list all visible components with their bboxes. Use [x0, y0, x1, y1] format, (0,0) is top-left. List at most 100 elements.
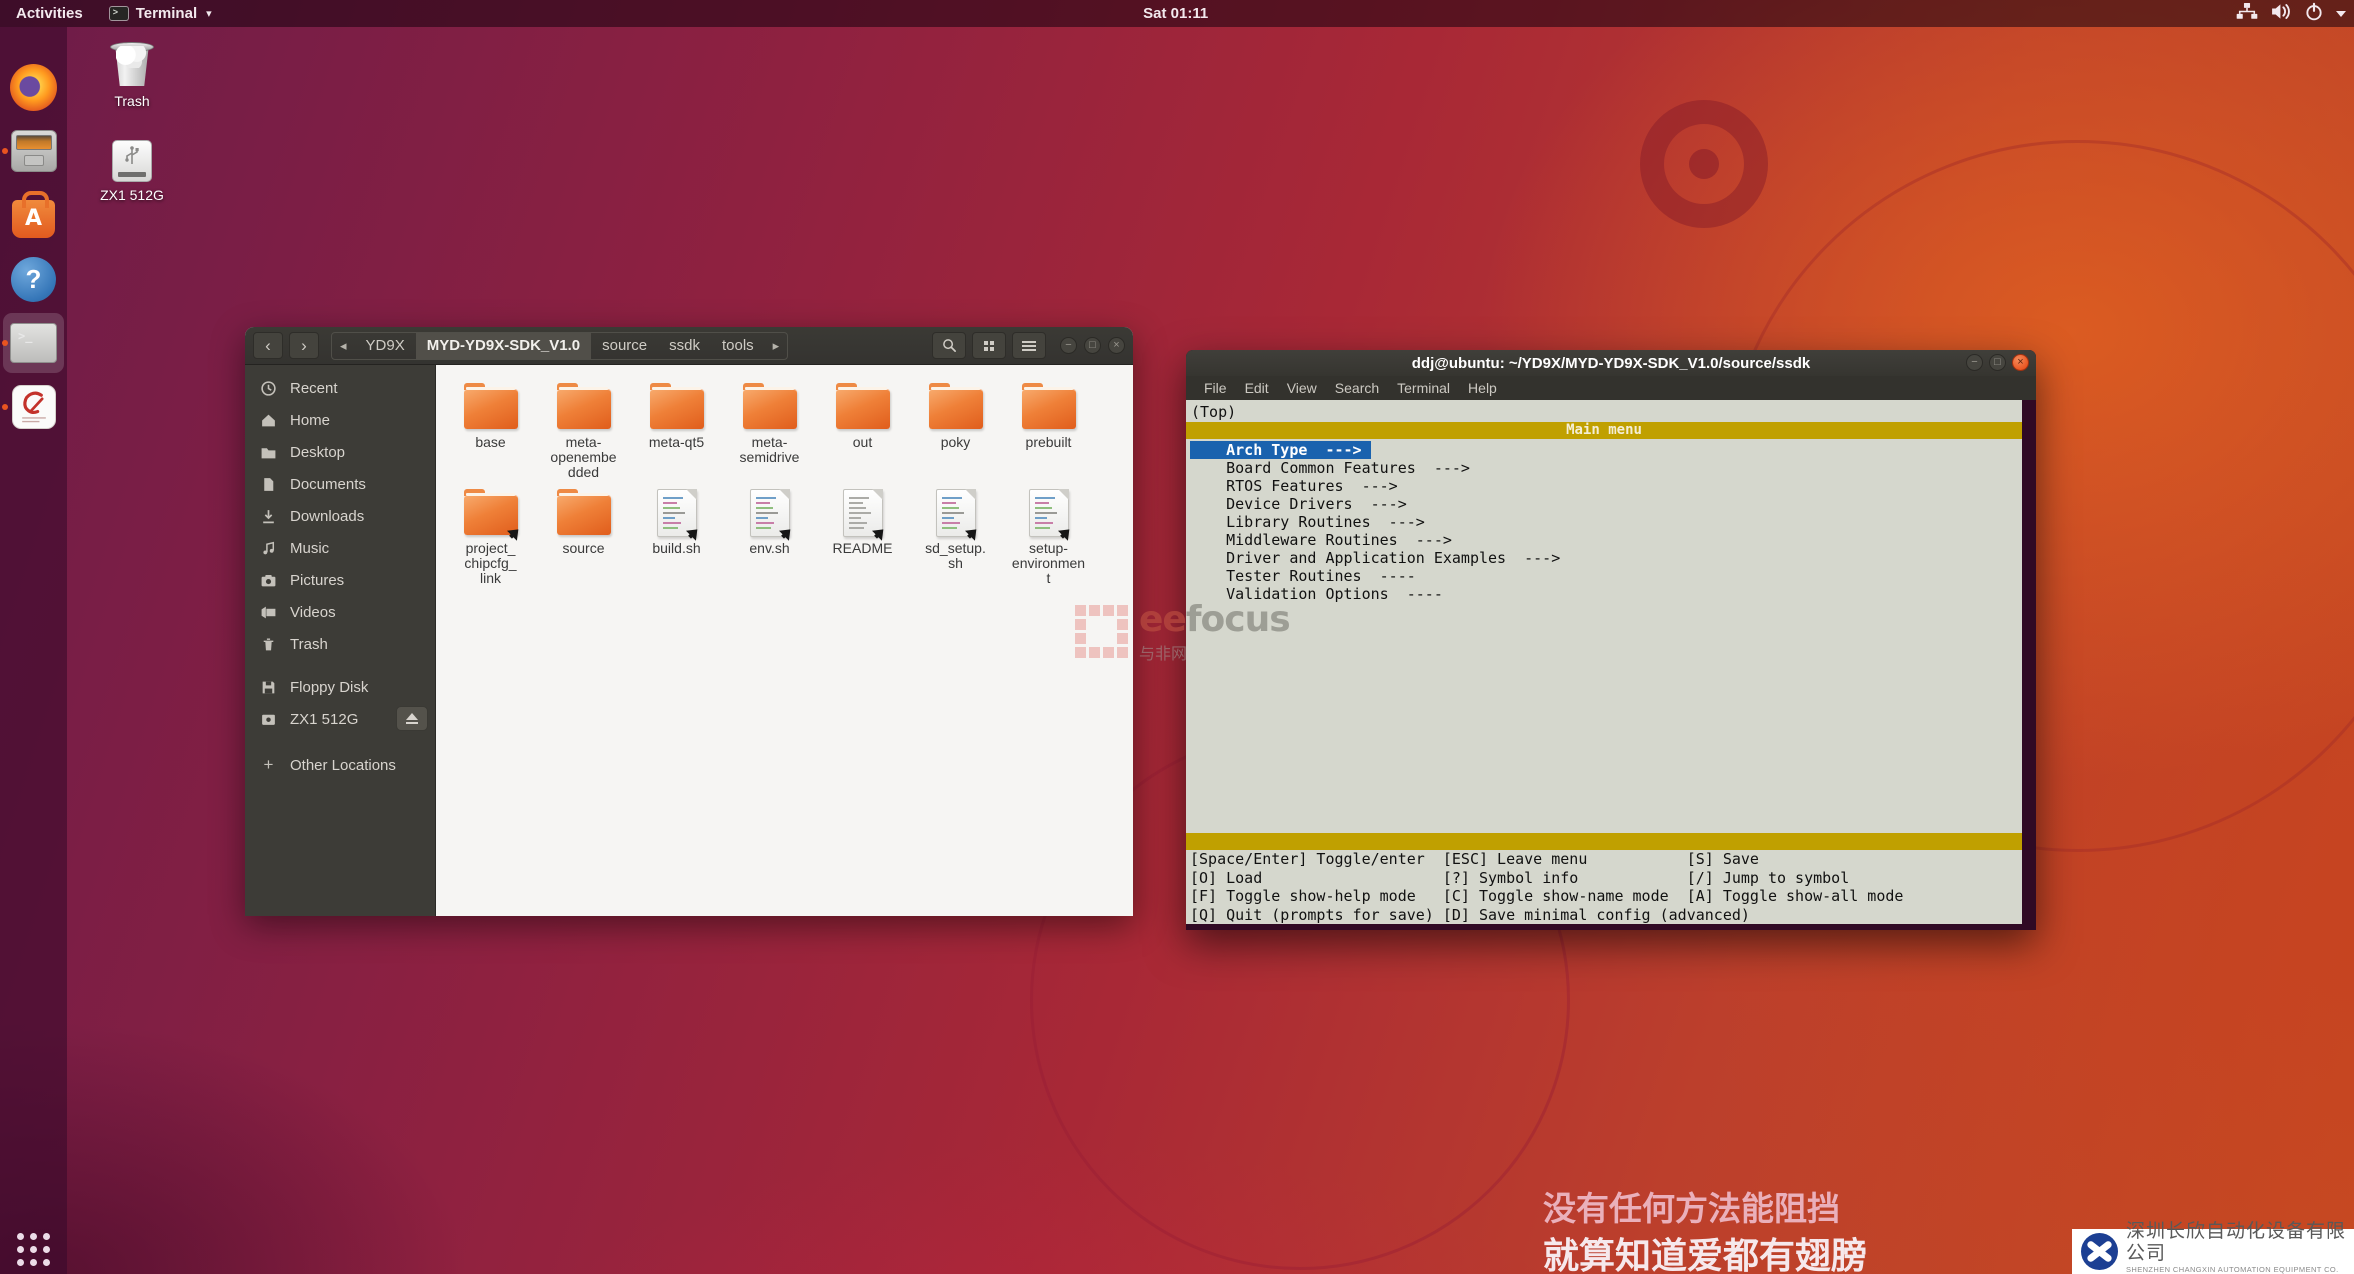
menuconfig-location: (Top)	[1186, 400, 2022, 422]
menuconfig-item-library-routines[interactable]: Library Routines --->	[1190, 513, 1434, 531]
file-item[interactable]: poky	[909, 375, 1002, 481]
dock-item-firefox[interactable]	[3, 57, 64, 117]
clock[interactable]: Sat 01:11	[1143, 0, 1208, 27]
dock-item-document-viewer[interactable]	[3, 377, 64, 437]
file-item[interactable]: out	[816, 375, 909, 481]
sidebar-label: Trash	[290, 636, 328, 653]
breadcrumb-yd9x[interactable]: YD9X	[355, 333, 416, 359]
menuconfig-item-driver-and-application-examples[interactable]: Driver and Application Examples --->	[1190, 549, 1569, 567]
desktop-icon-trash[interactable]: Trash	[94, 40, 170, 109]
menu-edit[interactable]: Edit	[1237, 380, 1277, 396]
eject-button[interactable]	[396, 706, 428, 731]
trash-icon	[110, 40, 154, 88]
sidebar-label: Other Locations	[290, 757, 396, 774]
file-item[interactable]: project_ chipcfg_ link	[444, 481, 537, 587]
close-button[interactable]: ×	[2012, 354, 2029, 371]
sidebar-item-other-locations[interactable]: +Other Locations	[245, 749, 435, 781]
system-tray[interactable]	[2236, 0, 2346, 27]
maximize-button[interactable]: □	[1084, 337, 1101, 354]
chevron-down-icon	[2336, 11, 2346, 17]
sidebar-item-trash[interactable]: Trash	[245, 628, 435, 660]
help-icon	[11, 257, 56, 302]
dock-item-terminal[interactable]	[3, 313, 64, 373]
sidebar-item-documents[interactable]: Documents	[245, 468, 435, 500]
terminal-icon	[10, 323, 57, 363]
sidebar-item-floppy-disk[interactable]: Floppy Disk	[245, 671, 435, 703]
power-icon	[2304, 2, 2324, 25]
view-toggle-button[interactable]	[972, 332, 1006, 359]
sidebar-item-zx1-512g[interactable]: ZX1 512G	[245, 703, 435, 735]
file-item[interactable]: build.sh	[630, 481, 723, 587]
menu-help[interactable]: Help	[1460, 380, 1505, 396]
menuconfig-item-validation-options[interactable]: Validation Options ----	[1190, 585, 1452, 603]
activities-button[interactable]: Activities	[0, 0, 99, 27]
menuconfig-item-arch-type[interactable]: Arch Type --->	[1190, 441, 1371, 459]
minimize-button[interactable]: −	[1966, 354, 1983, 371]
menu-file[interactable]: File	[1196, 380, 1235, 396]
folder-icon	[557, 389, 611, 429]
file-item[interactable]: base	[444, 375, 537, 481]
breadcrumb-ssdk[interactable]: ssdk	[658, 333, 711, 359]
menuconfig-item-rtos-features[interactable]: RTOS Features --->	[1190, 477, 1407, 495]
company-logo-box: 深圳长欣自动化设备有限公司 SHENZHEN CHANGXIN AUTOMATI…	[2072, 1229, 2354, 1274]
dock-item-files[interactable]	[3, 121, 64, 181]
breadcrumb-tools[interactable]: tools	[711, 333, 765, 359]
close-button[interactable]: ×	[1108, 337, 1125, 354]
menuconfig-item-board-common-features[interactable]: Board Common Features --->	[1190, 459, 1479, 477]
menuconfig-separator-bar	[1186, 833, 2022, 850]
sidebar-item-videos[interactable]: Videos	[245, 596, 435, 628]
forward-button[interactable]: ›	[289, 332, 319, 359]
show-applications-button[interactable]	[0, 1233, 67, 1266]
minimize-button[interactable]: −	[1060, 337, 1077, 354]
menuconfig-item-tester-routines[interactable]: Tester Routines ----	[1190, 567, 1425, 585]
file-item[interactable]: env.sh	[723, 481, 816, 587]
menu-button[interactable]	[1012, 332, 1046, 359]
sidebar-item-music[interactable]: Music	[245, 532, 435, 564]
eject-icon	[406, 713, 418, 720]
desktop-icon-zx1-512g[interactable]: ZX1 512G	[94, 140, 170, 203]
folder-icon	[557, 495, 611, 535]
running-indicator	[2, 340, 8, 346]
path-scroll-left-icon[interactable]: ◂	[332, 338, 355, 354]
company-name-cn: 深圳长欣自动化设备有限公司	[2126, 1221, 2354, 1265]
back-button[interactable]: ‹	[253, 332, 283, 359]
breadcrumb-source[interactable]: source	[591, 333, 658, 359]
menuconfig-item-device-drivers[interactable]: Device Drivers --->	[1190, 495, 1416, 513]
app-menu-label: Terminal	[136, 5, 197, 22]
sidebar-label: Videos	[290, 604, 336, 621]
dock	[0, 27, 67, 1274]
sidebar-item-downloads[interactable]: Downloads	[245, 500, 435, 532]
files-content: base meta- openembe dded meta-qt5 meta- …	[436, 365, 1133, 916]
path-scroll-right-icon[interactable]: ▸	[765, 338, 788, 354]
breadcrumb-myd-yd9x-sdk[interactable]: MYD-YD9X-SDK_V1.0	[416, 333, 591, 359]
sidebar-item-home[interactable]: Home	[245, 404, 435, 436]
menu-terminal[interactable]: Terminal	[1389, 380, 1458, 396]
app-menu[interactable]: Terminal ▾	[99, 0, 222, 27]
menuconfig-item-middleware-routines[interactable]: Middleware Routines --->	[1190, 531, 1461, 549]
sidebar-label: ZX1 512G	[290, 711, 358, 728]
maximize-button[interactable]: □	[1989, 354, 2006, 371]
folder-icon	[1022, 389, 1076, 429]
menu-search[interactable]: Search	[1327, 380, 1387, 396]
file-item[interactable]: meta-qt5	[630, 375, 723, 481]
sidebar-item-desktop[interactable]: Desktop	[245, 436, 435, 468]
file-item[interactable]: meta- openembe dded	[537, 375, 630, 481]
file-item[interactable]: sd_setup. sh	[909, 481, 1002, 587]
terminal-titlebar[interactable]: ddj@ubuntu: ~/YD9X/MYD-YD9X-SDK_V1.0/sou…	[1186, 350, 2036, 376]
help-line: [Q] Quit (prompts for save) [D] Save min…	[1186, 906, 2022, 925]
dock-item-help[interactable]	[3, 249, 64, 309]
file-item[interactable]: source	[537, 481, 630, 587]
desktop-icon-label: Trash	[94, 93, 170, 109]
file-item[interactable]: setup- environmen t	[1002, 481, 1095, 587]
menu-view[interactable]: View	[1279, 380, 1325, 396]
sidebar-item-recent[interactable]: Recent	[245, 372, 435, 404]
file-item[interactable]: meta- semidrive	[723, 375, 816, 481]
running-indicator	[2, 148, 8, 154]
search-button[interactable]	[932, 332, 966, 359]
chevron-down-icon: ▾	[206, 7, 212, 20]
file-item[interactable]: README	[816, 481, 909, 587]
sidebar-item-pictures[interactable]: Pictures	[245, 564, 435, 596]
sidebar-label: Desktop	[290, 444, 345, 461]
file-item[interactable]: prebuilt	[1002, 375, 1095, 481]
dock-item-ubuntu-software[interactable]	[3, 185, 64, 245]
